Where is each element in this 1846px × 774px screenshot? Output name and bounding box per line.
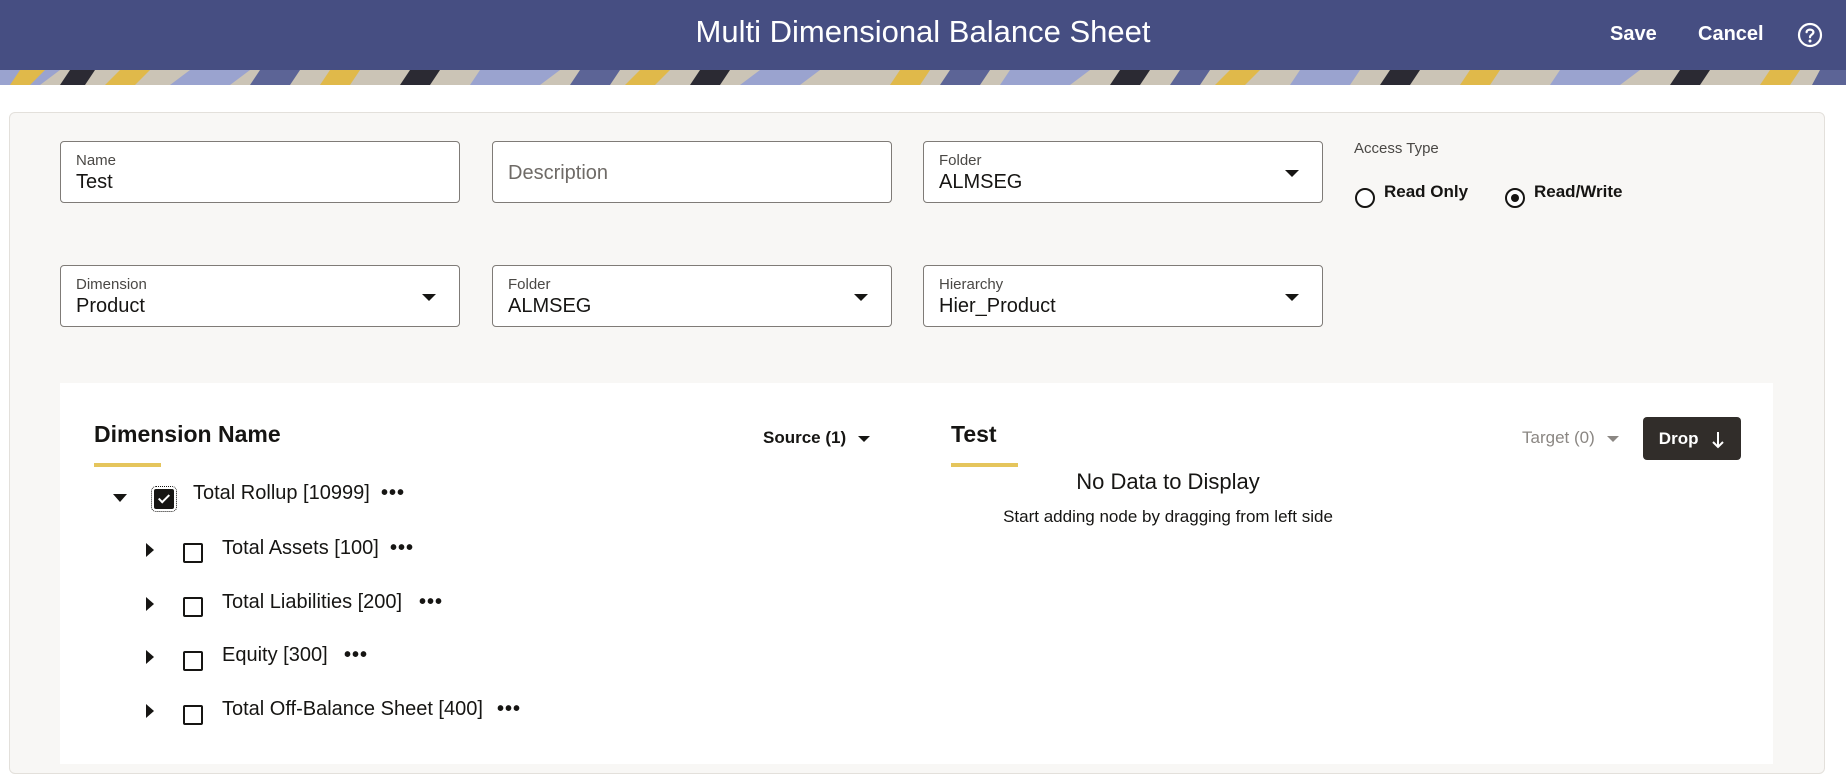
expand-icon[interactable] bbox=[146, 543, 154, 557]
target-menu-button[interactable]: Target (0) bbox=[1522, 428, 1619, 448]
decorative-banner bbox=[0, 70, 1846, 85]
dimension-folder-label: Folder bbox=[508, 276, 551, 293]
node-label[interactable]: Equity [300] bbox=[222, 644, 328, 667]
node-label[interactable]: Total Rollup [10999] bbox=[193, 482, 370, 505]
chevron-down-icon bbox=[858, 435, 871, 442]
description-field[interactable]: Description bbox=[492, 141, 892, 203]
node-checkbox[interactable] bbox=[183, 543, 203, 563]
source-menu-button[interactable]: Source (1) bbox=[763, 428, 871, 448]
collapse-icon[interactable] bbox=[113, 494, 127, 502]
access-type-label: Access Type bbox=[1354, 140, 1439, 157]
read-only-label[interactable]: Read Only bbox=[1384, 182, 1468, 202]
read-only-radio[interactable] bbox=[1355, 188, 1375, 208]
dimension-folder-value: ALMSEG bbox=[508, 295, 592, 317]
folder-value: ALMSEG bbox=[939, 171, 1023, 193]
node-checkbox[interactable] bbox=[183, 651, 203, 671]
chevron-down-icon bbox=[1606, 435, 1619, 442]
more-options-icon[interactable]: ••• bbox=[419, 591, 443, 614]
hierarchy-value: Hier_Product bbox=[939, 295, 1056, 317]
arrow-down-icon bbox=[1712, 431, 1724, 448]
node-label[interactable]: Total Liabilities [200] bbox=[222, 591, 402, 614]
name-label: Name bbox=[76, 152, 117, 169]
hierarchy-label: Hierarchy bbox=[939, 276, 1004, 293]
chevron-down-icon bbox=[1285, 294, 1299, 301]
chevron-down-icon bbox=[1285, 170, 1299, 177]
more-options-icon[interactable]: ••• bbox=[390, 537, 414, 560]
help-circle-icon[interactable] bbox=[1797, 22, 1823, 48]
node-checkbox[interactable] bbox=[183, 705, 203, 725]
dimension-select[interactable]: Dimension Product bbox=[60, 265, 460, 327]
target-title-underline bbox=[951, 463, 1018, 467]
empty-state-message: Start adding node by dragging from left … bbox=[1003, 507, 1333, 526]
node-label[interactable]: Total Off-Balance Sheet [400] bbox=[222, 698, 483, 721]
more-options-icon[interactable]: ••• bbox=[381, 482, 405, 505]
chevron-down-icon bbox=[854, 294, 868, 301]
chevron-down-icon bbox=[422, 294, 436, 301]
save-button[interactable]: Save bbox=[1610, 22, 1657, 46]
drop-button[interactable]: Drop bbox=[1643, 417, 1741, 460]
more-options-icon[interactable]: ••• bbox=[497, 698, 521, 721]
description-placeholder: Description bbox=[508, 162, 609, 184]
name-value: Test bbox=[76, 171, 113, 193]
node-checkbox[interactable] bbox=[183, 597, 203, 617]
node-label[interactable]: Total Assets [100] bbox=[222, 537, 379, 560]
source-title: Dimension Name bbox=[94, 421, 281, 447]
drop-label: Drop bbox=[1658, 429, 1699, 448]
app-header: Multi Dimensional Balance Sheet Save Can… bbox=[0, 0, 1846, 70]
cancel-button[interactable]: Cancel bbox=[1698, 22, 1764, 46]
dimension-folder-select[interactable]: Folder ALMSEG bbox=[492, 265, 892, 327]
read-write-radio[interactable] bbox=[1505, 188, 1525, 208]
more-options-icon[interactable]: ••• bbox=[344, 644, 368, 667]
source-menu-label: Source (1) bbox=[763, 428, 847, 447]
source-title-underline bbox=[94, 463, 161, 467]
folder-label: Folder bbox=[939, 152, 982, 169]
hierarchy-select[interactable]: Hierarchy Hier_Product bbox=[923, 265, 1323, 327]
page-title: Multi Dimensional Balance Sheet bbox=[695, 14, 1151, 49]
folder-select[interactable]: Folder ALMSEG bbox=[923, 141, 1323, 203]
dimension-label: Dimension bbox=[76, 276, 147, 293]
target-menu-label: Target (0) bbox=[1522, 428, 1595, 447]
empty-state-title: No Data to Display bbox=[1076, 469, 1260, 494]
read-write-label[interactable]: Read/Write bbox=[1534, 182, 1623, 202]
expand-icon[interactable] bbox=[146, 597, 154, 611]
expand-icon[interactable] bbox=[146, 704, 154, 718]
dimension-value: Product bbox=[76, 295, 145, 317]
expand-icon[interactable] bbox=[146, 650, 154, 664]
target-title: Test bbox=[951, 421, 997, 447]
name-field[interactable]: Name Test bbox=[60, 141, 460, 203]
node-checkbox[interactable] bbox=[151, 486, 177, 512]
